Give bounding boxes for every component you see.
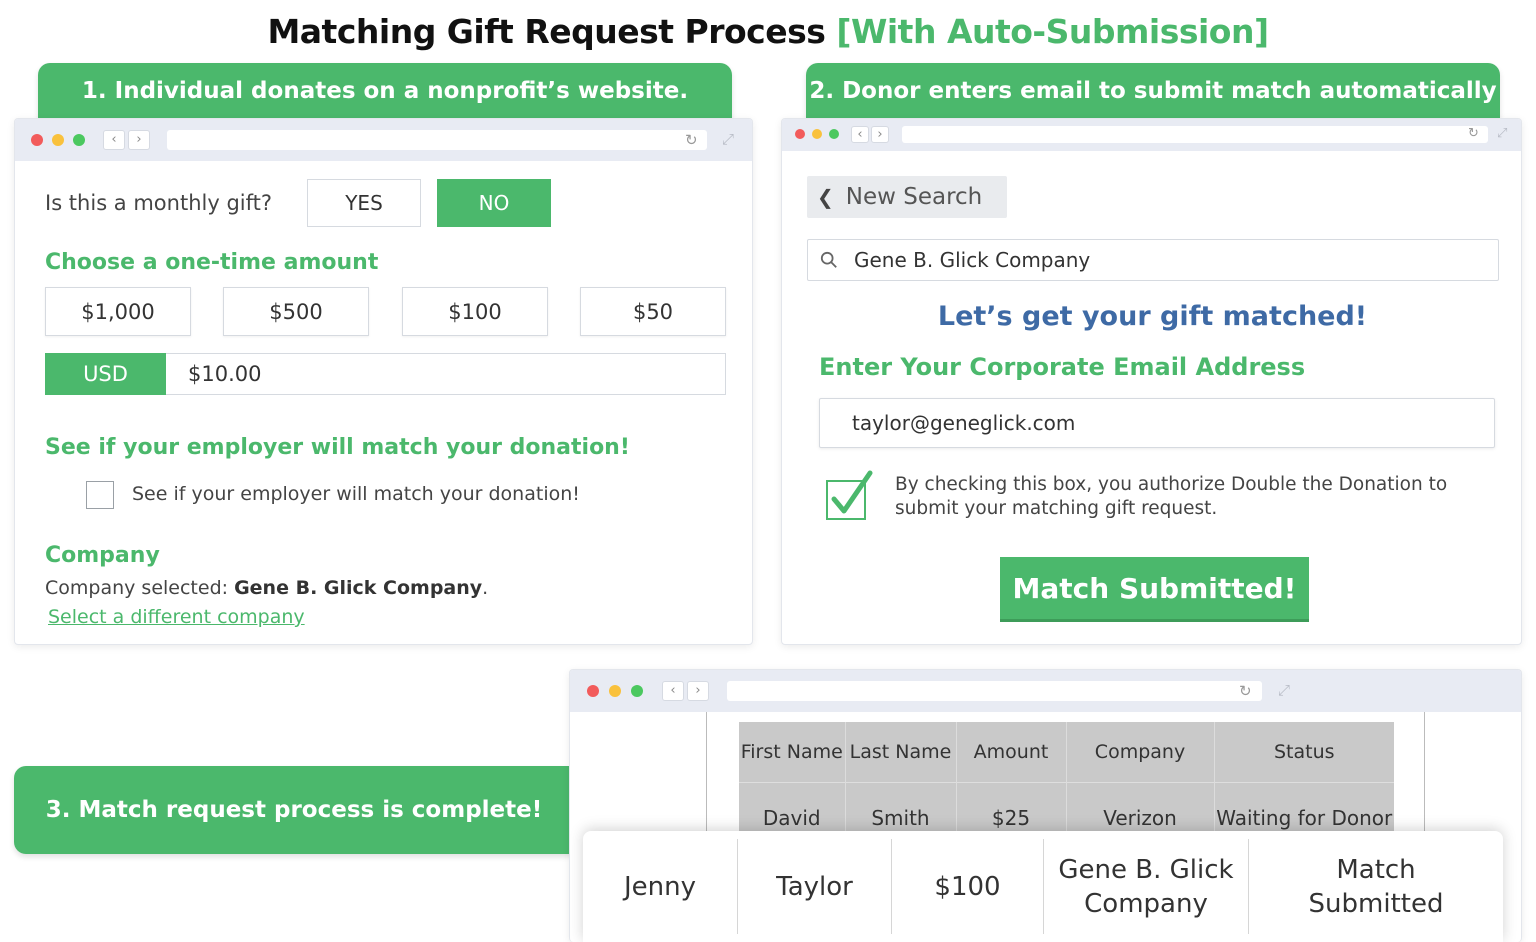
match-submitted-button[interactable]: Match Submitted!: [1000, 557, 1309, 619]
employer-checkbox-label: See if your employer will match your don…: [132, 483, 580, 505]
authorize-text: By checking this box, you authorize Doub…: [895, 474, 1448, 519]
currency-selector[interactable]: USD: [45, 353, 166, 395]
step-3-banner: 3. Match request process is complete!: [14, 766, 574, 854]
table-cell: Gene B. Glick Company: [1044, 839, 1249, 934]
column-header: First Name: [739, 722, 846, 782]
company-selected-text: Company selected: Gene B. Glick Company.: [45, 577, 488, 599]
match-table: First Name Last Name Amount Company Stat…: [739, 722, 1394, 832]
minimize-dot[interactable]: [609, 685, 621, 697]
maximize-dot[interactable]: [829, 129, 839, 139]
change-company-link[interactable]: Select a different company: [48, 606, 305, 628]
amount-option[interactable]: $100: [402, 287, 548, 336]
no-button[interactable]: NO: [437, 179, 551, 227]
amount-option[interactable]: $1,000: [45, 287, 191, 336]
chevron-right-icon[interactable]: ›: [871, 126, 889, 143]
maximize-dot[interactable]: [631, 685, 643, 697]
company-heading: Company: [45, 543, 160, 568]
table-cell: David: [739, 781, 846, 832]
close-dot[interactable]: [31, 134, 43, 146]
column-header: Status: [1214, 722, 1394, 782]
table-cell: Taylor: [738, 839, 892, 934]
donation-form-window: ‹ › ↻ ⤢ Is this a monthly gift? YES NO C…: [14, 118, 753, 645]
search-icon: [820, 251, 837, 268]
page-title: Matching Gift Request Process [With Auto…: [0, 12, 1536, 51]
one-time-heading: Choose a one-time amount: [45, 250, 379, 275]
close-dot[interactable]: [587, 685, 599, 697]
new-search-label: New Search: [845, 184, 983, 210]
expand-icon[interactable]: ⤢: [722, 129, 734, 149]
chevron-left-icon[interactable]: ‹: [662, 681, 684, 701]
address-bar[interactable]: [727, 681, 1262, 701]
expand-icon[interactable]: ⤢: [1497, 124, 1507, 144]
yes-button[interactable]: YES: [307, 179, 421, 227]
table-cell: Jenny: [583, 839, 738, 934]
employer-heading: See if your employer will match your don…: [45, 435, 630, 460]
minimize-dot[interactable]: [812, 129, 822, 139]
chevron-left-icon: ❮: [817, 185, 834, 209]
checkmark-icon[interactable]: [826, 469, 874, 521]
step-2-banner: 2. Donor enters email to submit match au…: [806, 63, 1500, 119]
address-bar[interactable]: [902, 126, 1488, 143]
monthly-question: Is this a monthly gift?: [45, 191, 273, 215]
company-selected-prefix: Company selected:: [45, 577, 235, 599]
maximize-dot[interactable]: [73, 134, 85, 146]
table-header-row: First Name Last Name Amount Company Stat…: [739, 722, 1394, 782]
reload-icon[interactable]: ↻: [1239, 681, 1252, 701]
amount-option[interactable]: $50: [580, 287, 726, 336]
chevron-left-icon[interactable]: ‹: [103, 130, 125, 150]
browser-chrome: ‹ › ↻ ⤢: [15, 119, 752, 161]
title-accent: [With Auto-Submission]: [836, 12, 1269, 51]
browser-chrome: ‹ › ↻ ⤢: [570, 670, 1521, 712]
table-cell: $25: [956, 781, 1067, 832]
table-cell: $100: [892, 839, 1044, 934]
company-selected-suffix: .: [482, 577, 489, 599]
company-selected-name: Gene B. Glick Company: [234, 577, 483, 599]
column-header: Company: [1066, 722, 1215, 782]
table-cell: Match Submitted: [1308, 854, 1444, 919]
step-1-banner: 1. Individual donates on a nonprofit’s w…: [38, 63, 732, 119]
column-header: Last Name: [845, 722, 957, 782]
email-heading: Enter Your Corporate Email Address: [819, 353, 1306, 381]
browser-chrome: ‹ › ↻ ⤢: [782, 119, 1521, 151]
employer-checkbox[interactable]: [86, 481, 114, 509]
address-bar[interactable]: [167, 130, 707, 150]
column-header: Amount: [956, 722, 1067, 782]
chevron-right-icon[interactable]: ›: [687, 681, 709, 701]
table-cell: Verizon: [1066, 781, 1215, 832]
minimize-dot[interactable]: [52, 134, 64, 146]
amount-input[interactable]: $10.00: [166, 353, 726, 395]
expand-icon[interactable]: ⤢: [1278, 680, 1290, 700]
chevron-left-icon[interactable]: ‹: [851, 126, 869, 143]
email-input[interactable]: taylor@geneglick.com: [819, 398, 1495, 448]
highlighted-table-row: Jenny Taylor $100 Gene B. Glick Company …: [583, 831, 1503, 942]
table-row: David Smith $25 Verizon Waiting for Dono…: [739, 781, 1394, 832]
reload-icon[interactable]: ↻: [1468, 124, 1479, 144]
title-main: Matching Gift Request Process: [267, 12, 826, 51]
gift-matched-heading: Let’s get your gift matched!: [937, 301, 1368, 332]
table-cell: Smith: [845, 781, 957, 832]
close-dot[interactable]: [795, 129, 805, 139]
chevron-right-icon[interactable]: ›: [128, 130, 150, 150]
table-cell: Waiting for Donor: [1214, 781, 1394, 832]
match-form-window: ‹ › ↻ ⤢ ❮ New Search Gene B. Glick Compa…: [781, 118, 1522, 645]
new-search-button[interactable]: ❮ New Search: [807, 176, 1007, 218]
search-value: Gene B. Glick Company: [854, 248, 1091, 272]
reload-icon[interactable]: ↻: [685, 130, 698, 150]
amount-option[interactable]: $500: [223, 287, 369, 336]
company-search-input[interactable]: Gene B. Glick Company: [807, 239, 1499, 281]
